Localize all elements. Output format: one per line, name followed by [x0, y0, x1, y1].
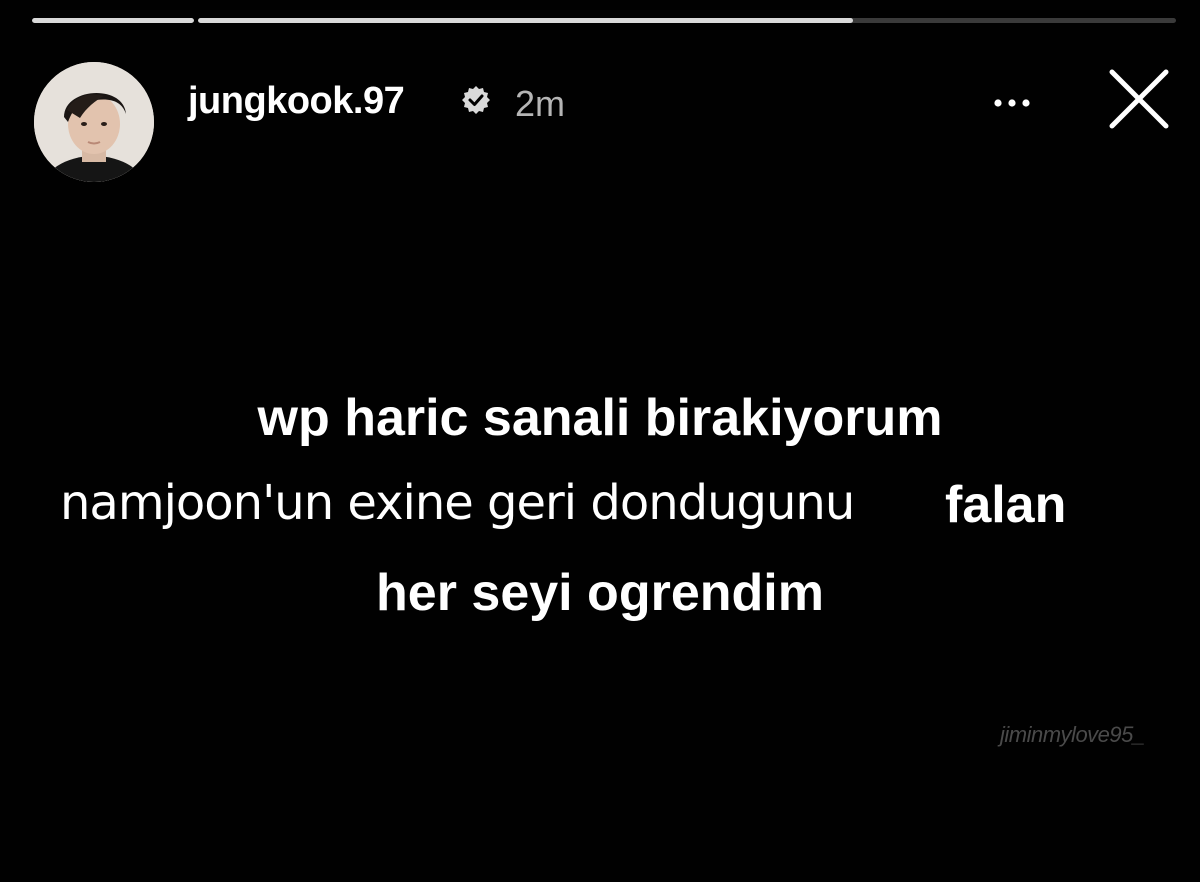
- story-progress-bar-2: [198, 18, 1176, 23]
- story-text-line-1: wp haric sanali birakiyorum: [257, 389, 943, 447]
- close-button[interactable]: [1106, 66, 1172, 132]
- story-header: jungkook.97 2m: [0, 50, 1200, 190]
- avatar-photo: [34, 62, 154, 182]
- more-horizontal-icon: [994, 99, 1030, 107]
- story-viewer[interactable]: jungkook.97 2m wp haric sanali birakiyor…: [0, 0, 1200, 882]
- story-progress-bar-1: [32, 18, 194, 23]
- avatar[interactable]: [34, 62, 154, 182]
- verified-badge-icon: [460, 84, 492, 116]
- story-progress-fill-2: [198, 18, 854, 23]
- close-icon: [1109, 69, 1169, 129]
- watermark: jiminmylove95_: [1000, 722, 1145, 747]
- story-text-line-3: her seyi ogrendim: [376, 564, 824, 622]
- story-text-line-2: namjoon'un exine geri dondugunu: [60, 475, 855, 531]
- story-text-line-2-bold: falan: [945, 476, 1067, 534]
- story-progress-fill-1: [32, 18, 194, 23]
- post-time: 2m: [515, 83, 566, 124]
- more-options-button[interactable]: [988, 88, 1048, 118]
- username[interactable]: jungkook.97: [188, 80, 405, 123]
